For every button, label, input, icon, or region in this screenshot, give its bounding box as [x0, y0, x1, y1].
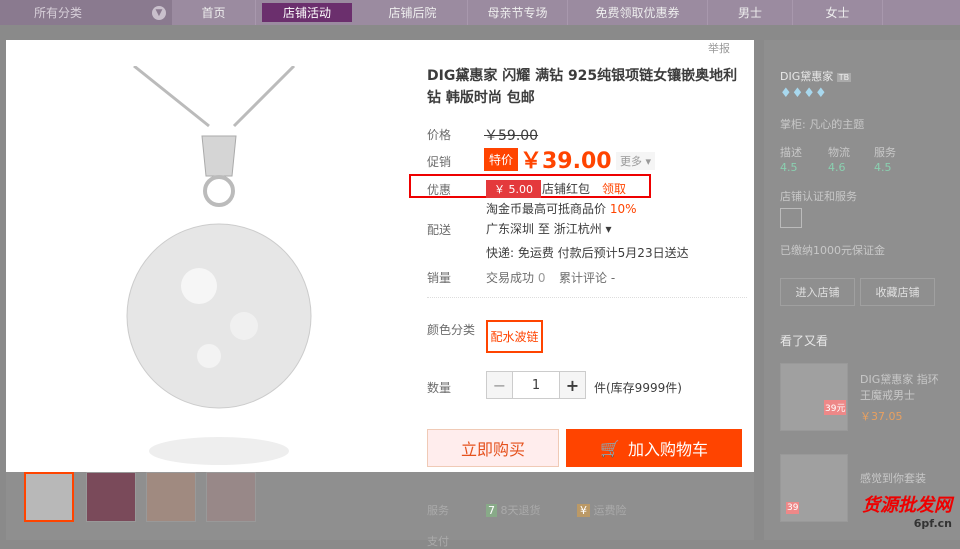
shop-name[interactable]: DIG黛惠家 TB	[780, 68, 852, 84]
product-panel: 举报 DIG黛惠家 闪耀 满钻 925纯银项链女镶嵌奥地利钻 韩版时尚 包邮 价…	[6, 40, 754, 472]
ship-info: 快递: 免运费 付款后预计5月23日送达	[486, 246, 689, 260]
rec1-tag: 39元	[824, 400, 847, 415]
promo-badge: 特价	[484, 148, 519, 171]
coupon-value: ￥ 5.00	[486, 180, 541, 198]
enter-shop-button[interactable]: 进入店铺	[780, 278, 855, 306]
coupon-claim-link[interactable]: 领取	[602, 180, 626, 197]
nav-mothers-day[interactable]: 母亲节专场	[468, 0, 568, 25]
insurance-service[interactable]: ¥ 运费险	[577, 502, 627, 518]
shop-owner[interactable]: 掌柜: 凡心的主题	[780, 116, 864, 132]
rating-service-label: 服务	[874, 146, 896, 159]
diamond-rating-icon: ♦♦♦♦	[780, 86, 827, 101]
rating-service-value: 4.5	[874, 161, 892, 174]
pay-label: 支付	[427, 535, 449, 548]
taobao-coin-text: 淘金币最高可抵商品价 10%	[486, 202, 637, 216]
product-title: DIG黛惠家 闪耀 满钻 925纯银项链女镶嵌奥地利钻 韩版时尚 包邮	[427, 68, 738, 106]
add-to-cart-button[interactable]: 🛒 加入购物车	[566, 429, 742, 467]
report-link[interactable]: 举报	[708, 40, 730, 56]
thumbnail-4[interactable]	[206, 472, 256, 522]
coupon-label: 优惠	[427, 183, 452, 197]
color-label: 颜色分类	[427, 323, 476, 337]
more-promos-button[interactable]: 更多 ▾	[616, 152, 656, 170]
rec1-image[interactable]	[780, 363, 848, 431]
ship-route[interactable]: 广东深圳 至 浙江杭州 ▾	[486, 220, 612, 237]
ship-label: 配送	[427, 223, 452, 237]
nav-women[interactable]: 女士	[793, 0, 883, 25]
seen-title: 看了又看	[780, 334, 829, 348]
rec1-price: ￥37.05	[860, 410, 903, 423]
thumbnail-3[interactable]	[146, 472, 196, 522]
nav-men[interactable]: 男士	[708, 0, 793, 25]
product-image[interactable]	[114, 66, 324, 466]
minus-button[interactable]: −	[487, 372, 513, 398]
original-price: ￥59.00	[484, 128, 539, 144]
add-cart-label: 加入购物车	[627, 440, 708, 459]
divider	[427, 297, 747, 298]
cart-icon: 🛒	[600, 438, 620, 458]
category-dropdown[interactable]: 所有分类 ▼	[0, 0, 172, 25]
shop-cert: 店铺认证和服务	[780, 190, 857, 203]
nav-home[interactable]: 首页	[172, 0, 256, 25]
watermark: 货源批发网 6pf.cn	[862, 495, 952, 530]
rating-desc-label: 描述	[780, 146, 802, 159]
cert-icon[interactable]	[780, 208, 802, 228]
rec2-name[interactable]: 感觉到你套装	[860, 470, 926, 486]
rec2-tag: 39	[786, 502, 800, 514]
chevron-down-icon: ▼	[152, 5, 166, 20]
stock-text: 件(库存9999件)	[594, 381, 682, 395]
coupon-name: 店铺红包	[542, 182, 591, 196]
more-label: 更多	[620, 155, 642, 168]
thumbnail-1[interactable]	[24, 472, 74, 522]
top-nav: 所有分类 ▼ 首页 店铺活动 店铺后院 母亲节专场 免费领取优惠券 男士 女士	[0, 0, 960, 25]
favorite-shop-button[interactable]: 收藏店铺	[860, 278, 935, 306]
rating-desc-value: 4.5	[780, 161, 798, 174]
promo-price: ￥39.00	[520, 149, 612, 174]
quantity-input[interactable]: 1	[513, 372, 559, 398]
nav-shop-backyard[interactable]: 店铺后院	[358, 0, 468, 25]
rec1-name[interactable]: DIG黛惠家 指环王魔戒男士	[860, 372, 940, 404]
service-label: 服务	[427, 504, 449, 517]
nav-free-coupon[interactable]: 免费领取优惠券	[568, 0, 708, 25]
category-label: 所有分类	[34, 6, 83, 20]
shop-deposit: 已缴纳1000元保证金	[780, 244, 885, 257]
sales-review[interactable]: 累计评论 -	[559, 269, 615, 286]
sales-trade: 交易成功 0	[486, 271, 546, 285]
qty-label: 数量	[427, 381, 452, 395]
quantity-stepper: − 1 +	[486, 371, 586, 399]
return-icon: 7	[486, 504, 497, 517]
plus-button[interactable]: +	[559, 372, 585, 398]
insurance-icon: ¥	[577, 504, 590, 517]
rating-logistics-value: 4.6	[828, 161, 846, 174]
price-label: 价格	[427, 128, 452, 142]
rating-logistics-label: 物流	[828, 146, 850, 159]
sales-label: 销量	[427, 271, 452, 285]
shop-sidebar: DIG黛惠家 TB ♦♦♦♦ 掌柜: 凡心的主题 描述 4.5 物流 4.6 服…	[764, 40, 960, 540]
color-option[interactable]: 配水波链	[486, 320, 543, 353]
nav-shop-activity[interactable]: 店铺活动	[262, 3, 352, 22]
thumbnail-2[interactable]	[86, 472, 136, 522]
return-service[interactable]: 7 8天退货	[486, 502, 541, 518]
promo-label: 促销	[427, 155, 452, 169]
thumbnail-gallery	[6, 472, 754, 540]
buy-now-button[interactable]: 立即购买	[427, 429, 559, 467]
